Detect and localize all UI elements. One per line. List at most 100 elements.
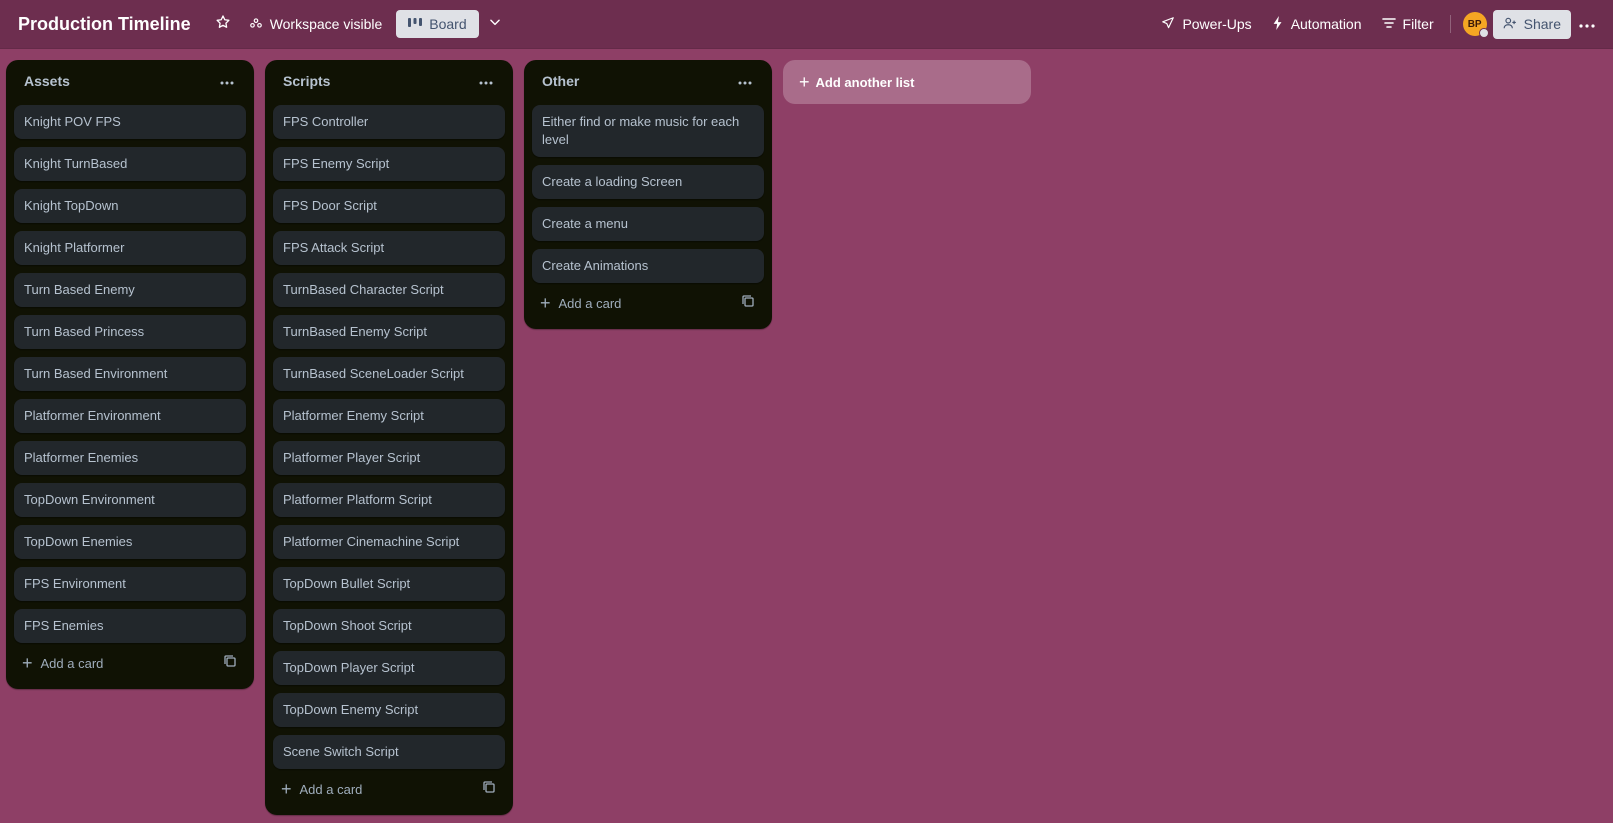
automation-button[interactable]: Automation [1262, 10, 1372, 39]
card[interactable]: Platformer Environment [14, 399, 246, 433]
more-horizontal-icon [738, 72, 752, 90]
list-header: Scripts [273, 60, 505, 102]
create-from-template-button[interactable] [738, 293, 758, 313]
plus-icon: + [281, 779, 292, 799]
card[interactable]: TopDown Environment [14, 483, 246, 517]
card-list: Either find or make music for each level… [532, 102, 764, 283]
list-footer: + Add a card [14, 645, 246, 681]
add-person-icon [1503, 16, 1517, 33]
card[interactable]: Create a menu [532, 207, 764, 241]
create-from-template-button[interactable] [220, 653, 240, 673]
card-list: Knight POV FPS Knight TurnBased Knight Top… [14, 102, 246, 643]
filter-button[interactable]: Filter [1372, 10, 1444, 38]
card-template-icon [483, 780, 495, 798]
board-view-button[interactable]: Board [396, 10, 479, 38]
card[interactable]: FPS Enemies [14, 609, 246, 643]
card[interactable]: Platformer Platform Script [273, 483, 505, 517]
card[interactable]: Knight TopDown [14, 189, 246, 223]
view-switcher-button[interactable] [479, 8, 511, 40]
filter-icon [1381, 16, 1396, 32]
more-horizontal-icon [220, 72, 234, 90]
add-list-label: Add another list [815, 74, 915, 90]
add-card-label: Add a card [299, 781, 363, 797]
list-assets: Assets Knight POV FPS Knight TurnBased Knig… [6, 60, 254, 689]
card[interactable]: Create Animations [532, 249, 764, 283]
list-title[interactable]: Scripts [283, 73, 330, 89]
card[interactable]: TurnBased Enemy Script [273, 315, 505, 349]
card[interactable]: Knight TurnBased [14, 147, 246, 181]
card-template-icon [742, 294, 754, 312]
header-right: Power-Ups Automation Filter BP Share [1151, 8, 1603, 40]
card[interactable]: TurnBased SceneLoader Script [273, 357, 505, 391]
create-from-template-button[interactable] [479, 779, 499, 799]
more-horizontal-icon [479, 72, 493, 90]
list-menu-button[interactable] [214, 68, 240, 94]
lightning-icon [1272, 15, 1284, 33]
card[interactable]: Turn Based Environment [14, 357, 246, 391]
share-label: Share [1523, 16, 1561, 32]
rocket-icon [1161, 16, 1175, 33]
card[interactable]: TurnBased Character Script [273, 273, 505, 307]
board-title[interactable]: Production Timeline [18, 10, 197, 39]
add-card-button[interactable]: + Add a card [22, 654, 103, 672]
card[interactable]: Platformer Enemies [14, 441, 246, 475]
list-menu-button[interactable] [732, 68, 758, 94]
card[interactable]: TopDown Bullet Script [273, 567, 505, 601]
power-ups-button[interactable]: Power-Ups [1151, 10, 1261, 39]
board-view-icon [408, 16, 423, 32]
member-avatar[interactable]: BP [1462, 12, 1489, 38]
board-header: Production Timeline Workspace visible Bo… [0, 0, 1613, 49]
workspace-visibility-label: Workspace visible [269, 16, 383, 32]
card[interactable]: TopDown Enemies [14, 525, 246, 559]
card[interactable]: TopDown Shoot Script [273, 609, 505, 643]
share-button[interactable]: Share [1492, 9, 1571, 39]
board-menu-button[interactable] [1571, 8, 1603, 40]
list-header: Assets [14, 60, 246, 102]
board-canvas: Assets Knight POV FPS Knight TurnBased Knig… [6, 60, 1031, 815]
add-card-label: Add a card [40, 655, 104, 671]
workspace-icon [249, 16, 263, 33]
admin-badge-icon [1478, 28, 1489, 38]
add-card-button[interactable]: + Add a card [540, 294, 621, 312]
list-menu-button[interactable] [473, 68, 499, 94]
card[interactable]: Scene Switch Script [273, 735, 505, 769]
plus-icon: + [799, 72, 810, 92]
list-title[interactable]: Other [542, 73, 579, 89]
card[interactable]: Knight POV FPS [14, 105, 246, 139]
list-title[interactable]: Assets [24, 73, 70, 89]
card[interactable]: Turn Based Princess [14, 315, 246, 349]
card[interactable]: Platformer Cinemachine Script [273, 525, 505, 559]
more-horizontal-icon [1579, 15, 1595, 33]
card[interactable]: FPS Environment [14, 567, 246, 601]
card[interactable]: TopDown Enemy Script [273, 693, 505, 727]
card[interactable]: FPS Controller [273, 105, 505, 139]
star-icon [215, 14, 231, 35]
star-button[interactable] [207, 8, 239, 40]
header-divider [1449, 15, 1451, 33]
list-footer: + Add a card [273, 771, 505, 807]
card[interactable]: Either find or make music for each level [532, 105, 764, 157]
automation-label: Automation [1290, 16, 1362, 32]
card[interactable]: Turn Based Enemy [14, 273, 246, 307]
card[interactable]: Create a loading Screen [532, 165, 764, 199]
card[interactable]: TopDown Player Script [273, 651, 505, 685]
list-other: Other Either find or make music for each … [524, 60, 772, 329]
add-card-button[interactable]: + Add a card [281, 780, 362, 798]
chevron-down-icon [488, 15, 502, 34]
header-left: Production Timeline Workspace visible Bo… [18, 8, 511, 40]
power-ups-label: Power-Ups [1182, 16, 1252, 32]
card-template-icon [224, 654, 236, 672]
card[interactable]: Platformer Player Script [273, 441, 505, 475]
card[interactable]: FPS Attack Script [273, 231, 505, 265]
workspace-visibility-button[interactable]: Workspace visible [239, 10, 393, 39]
card[interactable]: Platformer Enemy Script [273, 399, 505, 433]
card[interactable]: FPS Enemy Script [273, 147, 505, 181]
card-list: FPS Controller FPS Enemy Script FPS Door S… [273, 102, 505, 769]
board-view-label: Board [429, 16, 467, 32]
card[interactable]: Knight Platformer [14, 231, 246, 265]
add-list-button[interactable]: + Add another list [783, 60, 1031, 104]
plus-icon: + [540, 293, 551, 313]
add-card-label: Add a card [558, 295, 622, 311]
card[interactable]: FPS Door Script [273, 189, 505, 223]
filter-label: Filter [1402, 16, 1434, 32]
